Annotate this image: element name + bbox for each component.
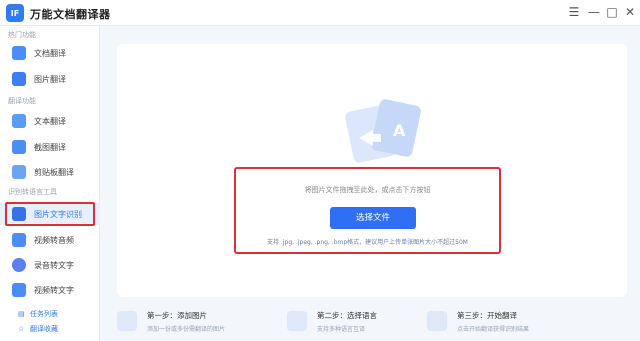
text-icon: [12, 114, 26, 128]
sidebar: 热门功能 文档翻译 图片翻译 翻译功能 文本翻译 截图翻译 剪贴板翻译 识别转语…: [0, 26, 100, 341]
step-desc: 添加一份或多份需翻译的图片: [147, 326, 226, 333]
steps-bar: 第一步：添加图片 添加一份或多份需翻译的图片 第二步：选择语言 支持多种语言互译…: [117, 305, 627, 339]
add-image-icon: [117, 311, 137, 331]
recording-icon: [12, 258, 26, 272]
clipboard-icon: [12, 165, 26, 179]
close-icon[interactable]: ✕: [622, 4, 638, 20]
menu-icon[interactable]: ☰: [566, 4, 582, 20]
sidebar-item-recording-to-text[interactable]: 录音转文字: [0, 254, 100, 276]
step-1: 第一步：添加图片 添加一份或多份需翻译的图片: [117, 305, 287, 339]
sidebar-item-label: 图片翻译: [34, 74, 66, 84]
task-list-label: 任务列表: [30, 310, 58, 318]
sidebar-item-video-to-audio[interactable]: 视频转音频: [0, 229, 100, 251]
language-icon: [287, 311, 307, 331]
sidebar-item-label: 录音转文字: [34, 260, 74, 270]
drop-hint: 将图片文件拖拽至此处，或点击下方按钮: [304, 186, 431, 194]
svg-text:A: A: [393, 121, 406, 140]
sidebar-item-label: 图片文字识别: [34, 209, 82, 219]
sidebar-item-label: 截图翻译: [34, 142, 66, 152]
sidebar-item-screenshot-translate[interactable]: 截图翻译: [0, 136, 100, 158]
sidebar-item-label: 文档翻译: [34, 48, 66, 58]
star-icon: ☆: [18, 325, 25, 333]
step-desc: 点击开始翻译获得识别结果: [457, 326, 530, 333]
start-translate-icon: [427, 311, 447, 331]
select-file-button[interactable]: 选择文件: [330, 207, 416, 229]
image-icon: [12, 72, 26, 86]
format-hint: 支持 .jpg, .jpeg, .png, .bmp格式，建议用户上传单张图片大…: [267, 239, 468, 246]
upload-panel: A 将图片文件拖拽至此处，或点击下方按钮 选择文件 支持 .jpg, .jpeg…: [117, 44, 627, 297]
favorites-label: 翻译收藏: [30, 325, 58, 333]
sidebar-item-document-translate[interactable]: 文档翻译: [0, 42, 100, 64]
app-logo-icon: IF: [6, 4, 24, 22]
sidebar-item-image-translate[interactable]: 图片翻译: [0, 68, 100, 90]
app-title: 万能文档翻译器: [30, 8, 111, 21]
sidebar-item-label: 剪贴板翻译: [34, 167, 74, 177]
section-label-translate: 翻译功能: [8, 97, 36, 105]
task-list-icon: ▤: [18, 310, 25, 318]
sidebar-item-label: 视频转音频: [34, 235, 74, 245]
favorites-link[interactable]: ☆ 翻译收藏: [18, 324, 58, 334]
sidebar-item-label: 视频转文字: [34, 285, 74, 295]
translate-illustration-icon: A: [345, 99, 421, 163]
step-title: 第一步：添加图片: [147, 311, 207, 320]
step-desc: 支持多种语言互译: [317, 326, 366, 333]
minimize-icon[interactable]: —: [586, 4, 602, 20]
maximize-icon[interactable]: □: [604, 4, 620, 20]
sidebar-item-label: 文本翻译: [34, 116, 66, 126]
title-bar: IF 万能文档翻译器 ☰ — □ ✕: [0, 0, 640, 26]
step-3: 第三步：开始翻译 点击开始翻译获得识别结果: [427, 305, 597, 339]
sidebar-item-text-translate[interactable]: 文本翻译: [0, 110, 100, 132]
step-title: 第三步：开始翻译: [457, 311, 517, 320]
document-icon: [12, 46, 26, 60]
video-audio-icon: [12, 233, 26, 247]
ocr-icon: [12, 207, 26, 221]
task-list-link[interactable]: ▤ 任务列表: [18, 309, 58, 319]
section-label-hot: 热门功能: [8, 31, 36, 39]
sidebar-item-clipboard-translate[interactable]: 剪贴板翻译: [0, 161, 100, 183]
step-title: 第二步：选择语言: [317, 311, 377, 320]
sidebar-item-image-ocr[interactable]: 图片文字识别: [0, 203, 100, 225]
screenshot-icon: [12, 140, 26, 154]
section-label-recognition: 识别转语言工具: [8, 188, 57, 196]
video-text-icon: [12, 283, 26, 297]
sidebar-item-video-to-text[interactable]: 视频转文字: [0, 279, 100, 301]
drop-zone[interactable]: 将图片文件拖拽至此处，或点击下方按钮 选择文件 支持 .jpg, .jpeg, …: [234, 167, 501, 254]
